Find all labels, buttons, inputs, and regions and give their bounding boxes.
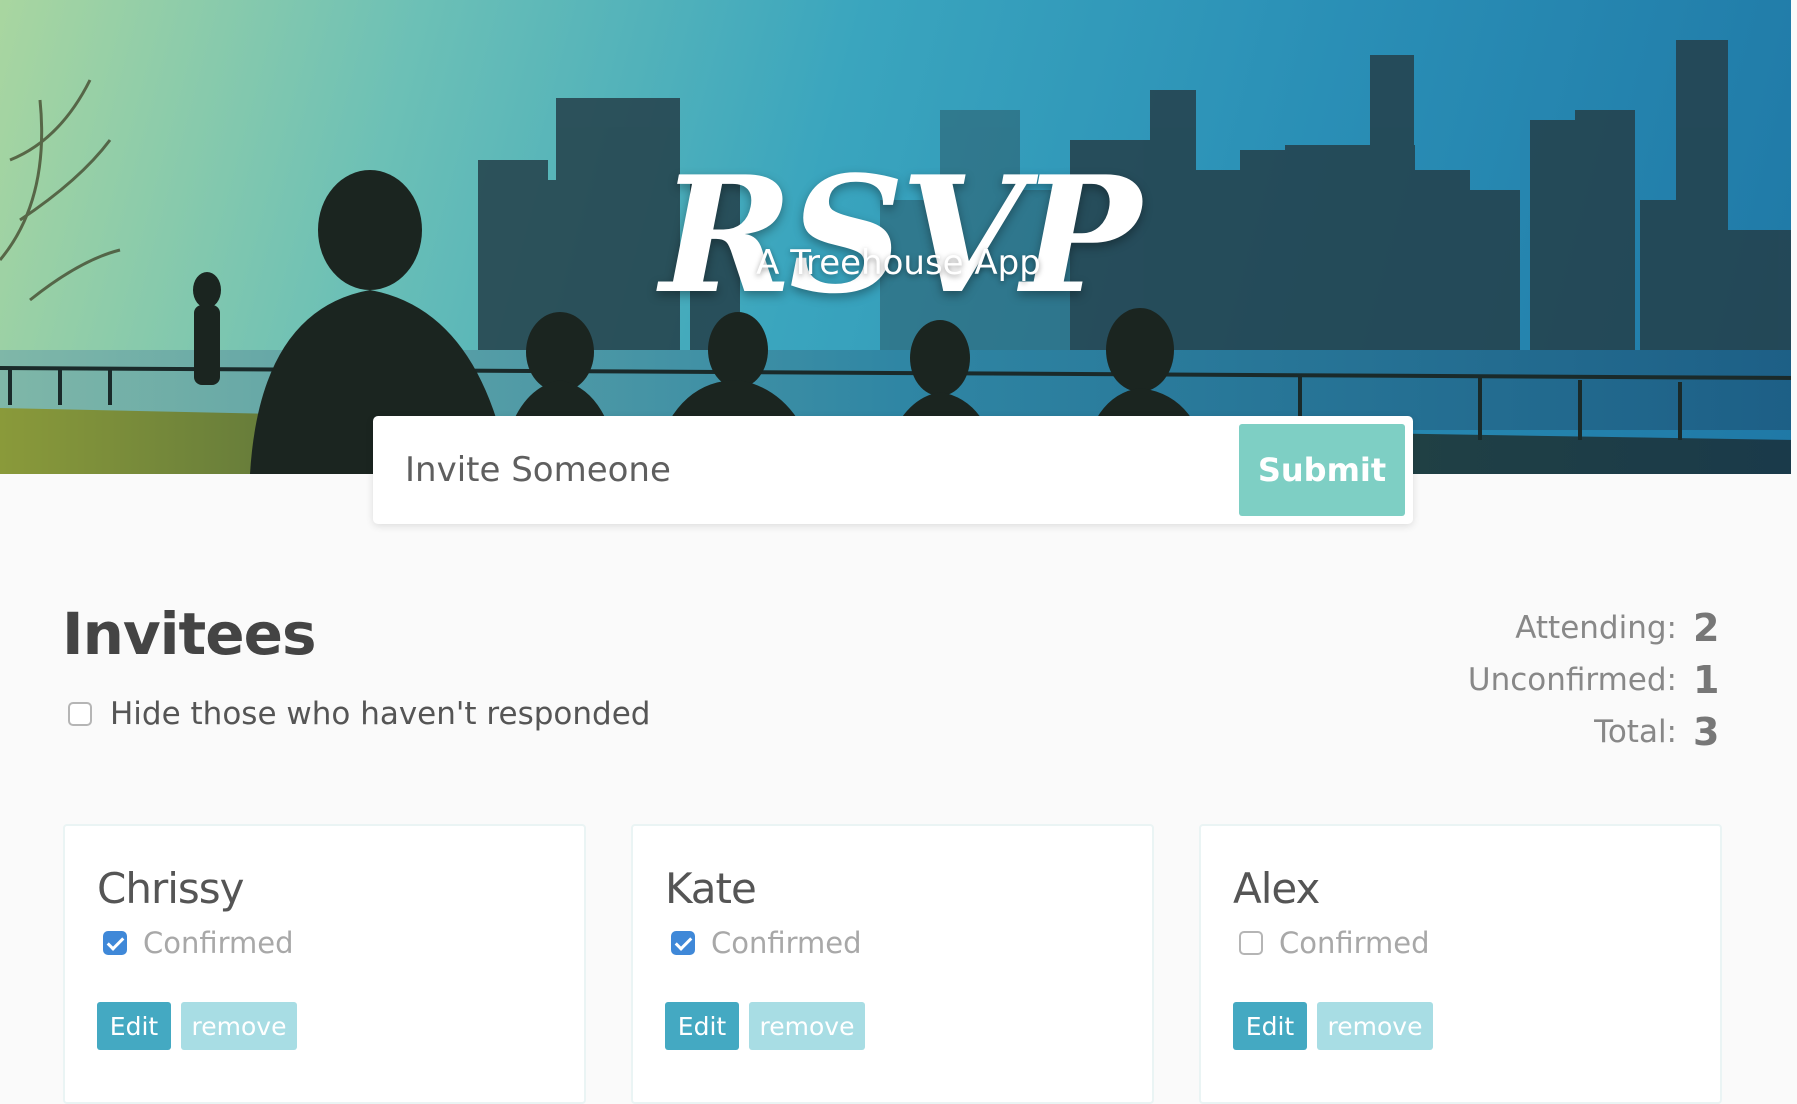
guest-card: Alex Confirmed Edit remove [1199,824,1722,1104]
total-label: Total: [1594,714,1677,750]
edit-button[interactable]: Edit [665,1002,739,1050]
guest-name: Chrissy [97,864,245,913]
total-count: 3 [1693,710,1720,754]
confirmed-label: Confirmed [711,926,862,960]
counter-row-unconfirmed: Unconfirmed: 1 [1467,654,1720,706]
submit-button[interactable]: Submit [1239,424,1405,516]
invite-input[interactable] [373,416,1233,524]
counter-row-attending: Attending: 2 [1468,602,1720,654]
guest-name: Kate [665,864,757,913]
confirmed-label: Confirmed [1279,926,1430,960]
guest-name: Alex [1233,864,1320,913]
guest-card: Chrissy Confirmed Edit remove [63,824,586,1104]
app-logo-title: RSVP [660,141,1141,330]
confirmed-checkbox[interactable] [103,931,127,955]
hide-unresponded-label: Hide those who haven't responded [110,696,651,732]
confirmed-label: Confirmed [143,926,294,960]
confirm-toggle[interactable]: Confirmed [1239,926,1430,960]
confirmed-checkbox[interactable] [1239,931,1263,955]
confirm-toggle[interactable]: Confirmed [103,926,294,960]
confirmed-checkbox[interactable] [671,931,695,955]
guest-card: Kate Confirmed Edit remove [631,824,1154,1104]
edit-button[interactable]: Edit [1233,1002,1307,1050]
attending-label: Attending: [1515,610,1677,646]
remove-button[interactable]: remove [749,1002,865,1050]
confirm-toggle[interactable]: Confirmed [671,926,862,960]
rsvp-counter-table: Attending: 2 Unconfirmed: 1 Total: 3 [1467,602,1720,758]
remove-button[interactable]: remove [1317,1002,1433,1050]
unconfirmed-label: Unconfirmed: [1467,662,1677,698]
header-banner: RSVP A Treehouse App [0,0,1797,474]
invitees-title: Invitees [62,600,316,668]
invite-form: Submit [373,416,1413,524]
counter-row-total: Total: 3 [1468,706,1720,758]
hide-unresponded-toggle[interactable]: Hide those who haven't responded [68,696,650,732]
remove-button[interactable]: remove [181,1002,297,1050]
app-subtitle: A Treehouse App [756,243,1041,283]
hide-unresponded-checkbox[interactable] [68,702,92,726]
unconfirmed-count: 1 [1693,658,1720,702]
attending-count: 2 [1693,606,1720,650]
edit-button[interactable]: Edit [97,1002,171,1050]
